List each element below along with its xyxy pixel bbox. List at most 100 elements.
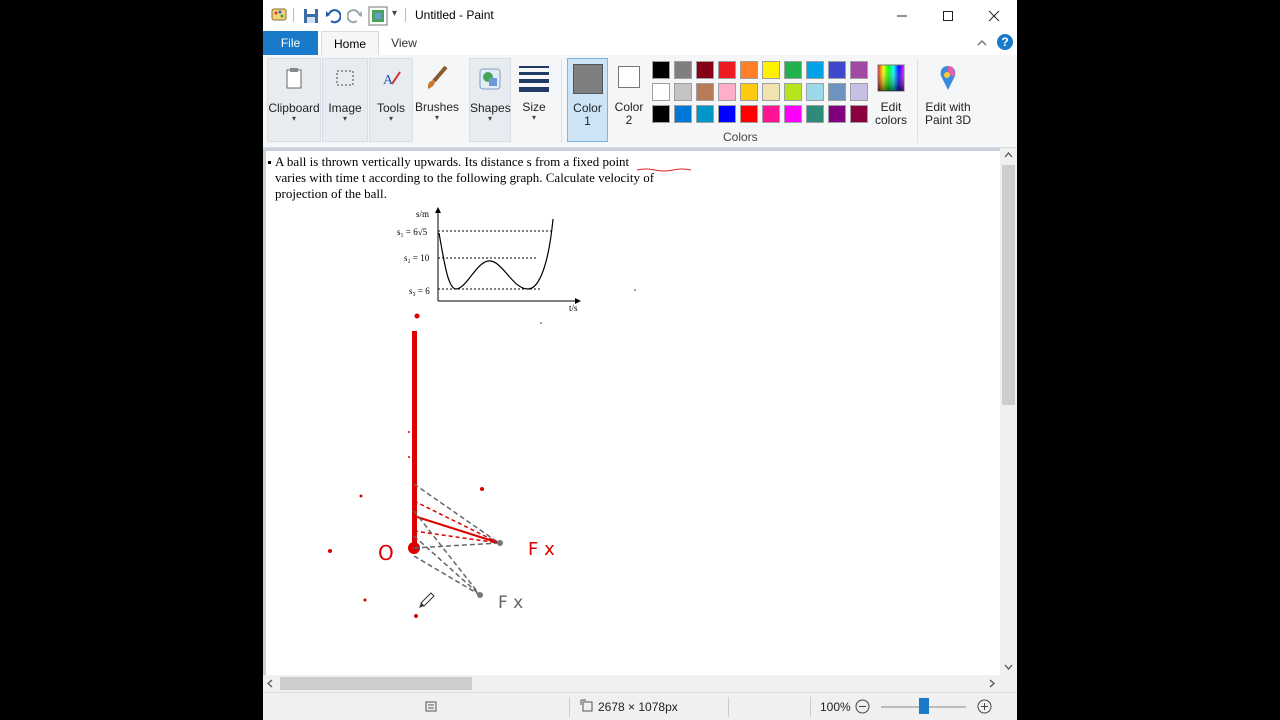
zoom-in-icon[interactable]	[977, 699, 992, 714]
palette-swatch[interactable]	[674, 83, 692, 101]
origin-label: O	[378, 541, 394, 565]
shapes-label: Shapes	[470, 101, 511, 115]
status-divider-2	[728, 697, 729, 717]
title-bar: ▾ Untitled - Paint	[263, 0, 1017, 31]
palette-swatch[interactable]	[652, 83, 670, 101]
edit-colors-button[interactable]: Edit colors	[870, 58, 912, 142]
brush-icon	[427, 65, 448, 89]
qat-divider	[293, 8, 294, 22]
palette-swatch[interactable]	[850, 83, 868, 101]
scroll-right-icon[interactable]	[988, 679, 996, 688]
palette-swatch[interactable]	[828, 105, 846, 123]
edit-with-paint3d-button[interactable]: Edit with Paint 3D	[921, 58, 975, 142]
brushes-button[interactable]: Brushes ▾	[414, 58, 460, 142]
maximize-icon	[943, 11, 953, 22]
palette-swatch[interactable]	[850, 105, 868, 123]
scroll-corner	[1000, 675, 1017, 692]
force-rays	[413, 483, 503, 598]
canvas[interactable]: A ball is thrown vertically upwards. Its…	[266, 151, 1000, 675]
image-button[interactable]: Image ▾	[322, 58, 368, 142]
tools-icon: A	[383, 71, 401, 88]
shapes-icon	[479, 68, 501, 90]
palette-swatch[interactable]	[718, 61, 736, 79]
palette-swatch[interactable]	[828, 83, 846, 101]
save-icon[interactable]	[303, 8, 319, 24]
undo-icon[interactable]	[325, 8, 341, 24]
scroll-up-icon[interactable]	[1004, 151, 1013, 159]
help-icon[interactable]: ?	[997, 34, 1013, 50]
tab-view[interactable]: View	[381, 31, 427, 55]
size-dropdown-icon: ▾	[531, 113, 536, 122]
pencil-cursor-icon	[419, 592, 435, 608]
vertical-scrollbar[interactable]	[1000, 148, 1017, 675]
maximize-button[interactable]	[925, 0, 971, 31]
palette-swatch[interactable]	[696, 83, 714, 101]
palette-swatch[interactable]	[762, 105, 780, 123]
tab-file[interactable]: File	[263, 31, 318, 55]
zoom-slider-thumb[interactable]	[919, 698, 929, 714]
palette-swatch[interactable]	[740, 61, 758, 79]
paint3d-label-1: Edit with	[925, 100, 971, 114]
redo-icon[interactable]	[347, 8, 363, 24]
palette-swatch[interactable]	[762, 61, 780, 79]
tab-home[interactable]: Home	[321, 31, 379, 56]
color2-number: 2	[625, 113, 633, 127]
size-button[interactable]: Size ▾	[513, 58, 555, 142]
customize-qat-icon[interactable]: ▾	[392, 8, 397, 19]
close-button[interactable]	[971, 0, 1017, 31]
scroll-left-icon[interactable]	[266, 679, 274, 688]
palette-swatch[interactable]	[850, 61, 868, 79]
palette-swatch[interactable]	[718, 83, 736, 101]
color1-button[interactable]: Color 1	[567, 58, 608, 142]
palette-swatch[interactable]	[696, 105, 714, 123]
svg-text:A: A	[383, 73, 394, 88]
palette-swatch[interactable]	[784, 83, 802, 101]
color1-label: Color	[573, 101, 602, 115]
palette-swatch[interactable]	[740, 105, 758, 123]
palette-swatch[interactable]	[652, 105, 670, 123]
horizontal-scrollbar[interactable]	[263, 675, 1000, 692]
edit-colors-label-1: Edit	[880, 100, 902, 114]
paint3d-icon	[940, 66, 956, 90]
red-squiggle-annotation	[636, 168, 692, 172]
palette-swatch[interactable]	[652, 61, 670, 79]
tools-button[interactable]: A Tools ▾	[369, 58, 413, 142]
paint3d-label-2: Paint 3D	[924, 113, 972, 127]
clipboard-icon	[286, 68, 302, 89]
vertical-scroll-thumb[interactable]	[1002, 165, 1015, 405]
scroll-down-icon[interactable]	[1004, 663, 1013, 671]
color1-number: 1	[584, 114, 591, 128]
size-label: Size	[522, 100, 546, 114]
palette-swatch[interactable]	[740, 83, 758, 101]
palette-swatch[interactable]	[806, 105, 824, 123]
color2-button[interactable]: Color 2	[611, 58, 647, 142]
clipboard-button[interactable]: Clipboard ▾	[267, 58, 321, 142]
canvas-dimensions: 2678 × 1078px	[598, 700, 678, 714]
horizontal-scroll-thumb[interactable]	[280, 677, 472, 690]
collapse-ribbon-icon[interactable]	[976, 38, 988, 48]
palette-swatch[interactable]	[806, 83, 824, 101]
palette-swatch[interactable]	[696, 61, 714, 79]
shapes-button[interactable]: Shapes ▾	[469, 58, 511, 142]
size-icon	[519, 66, 549, 92]
palette-swatch[interactable]	[674, 105, 692, 123]
palette-swatch[interactable]	[828, 61, 846, 79]
minimize-button[interactable]	[879, 0, 925, 31]
zoom-out-icon[interactable]	[855, 699, 870, 714]
drawing-layer: s/m s₁ = 6√5 s₂ = 10 s₃ = 6 t/s O F x F …	[328, 168, 692, 618]
palette-swatch[interactable]	[674, 61, 692, 79]
palette-swatch[interactable]	[806, 61, 824, 79]
paint-app-icon[interactable]	[271, 7, 289, 23]
close-icon	[988, 10, 1000, 22]
palette-swatch[interactable]	[718, 105, 736, 123]
tools-label: Tools	[376, 101, 405, 115]
color-palette-icon[interactable]	[368, 6, 388, 26]
palette-swatch[interactable]	[762, 83, 780, 101]
zoom-level: 100%	[820, 700, 851, 714]
window-title: Untitled - Paint	[415, 8, 494, 22]
canvas-area: A ball is thrown vertically upwards. Its…	[263, 148, 1000, 675]
paint-window: ▾ Untitled - Paint File Home View ? Clip…	[263, 0, 1017, 720]
palette-swatch[interactable]	[784, 61, 802, 79]
graph-s2-label: s₂ = 10	[404, 253, 430, 263]
palette-swatch[interactable]	[784, 105, 802, 123]
